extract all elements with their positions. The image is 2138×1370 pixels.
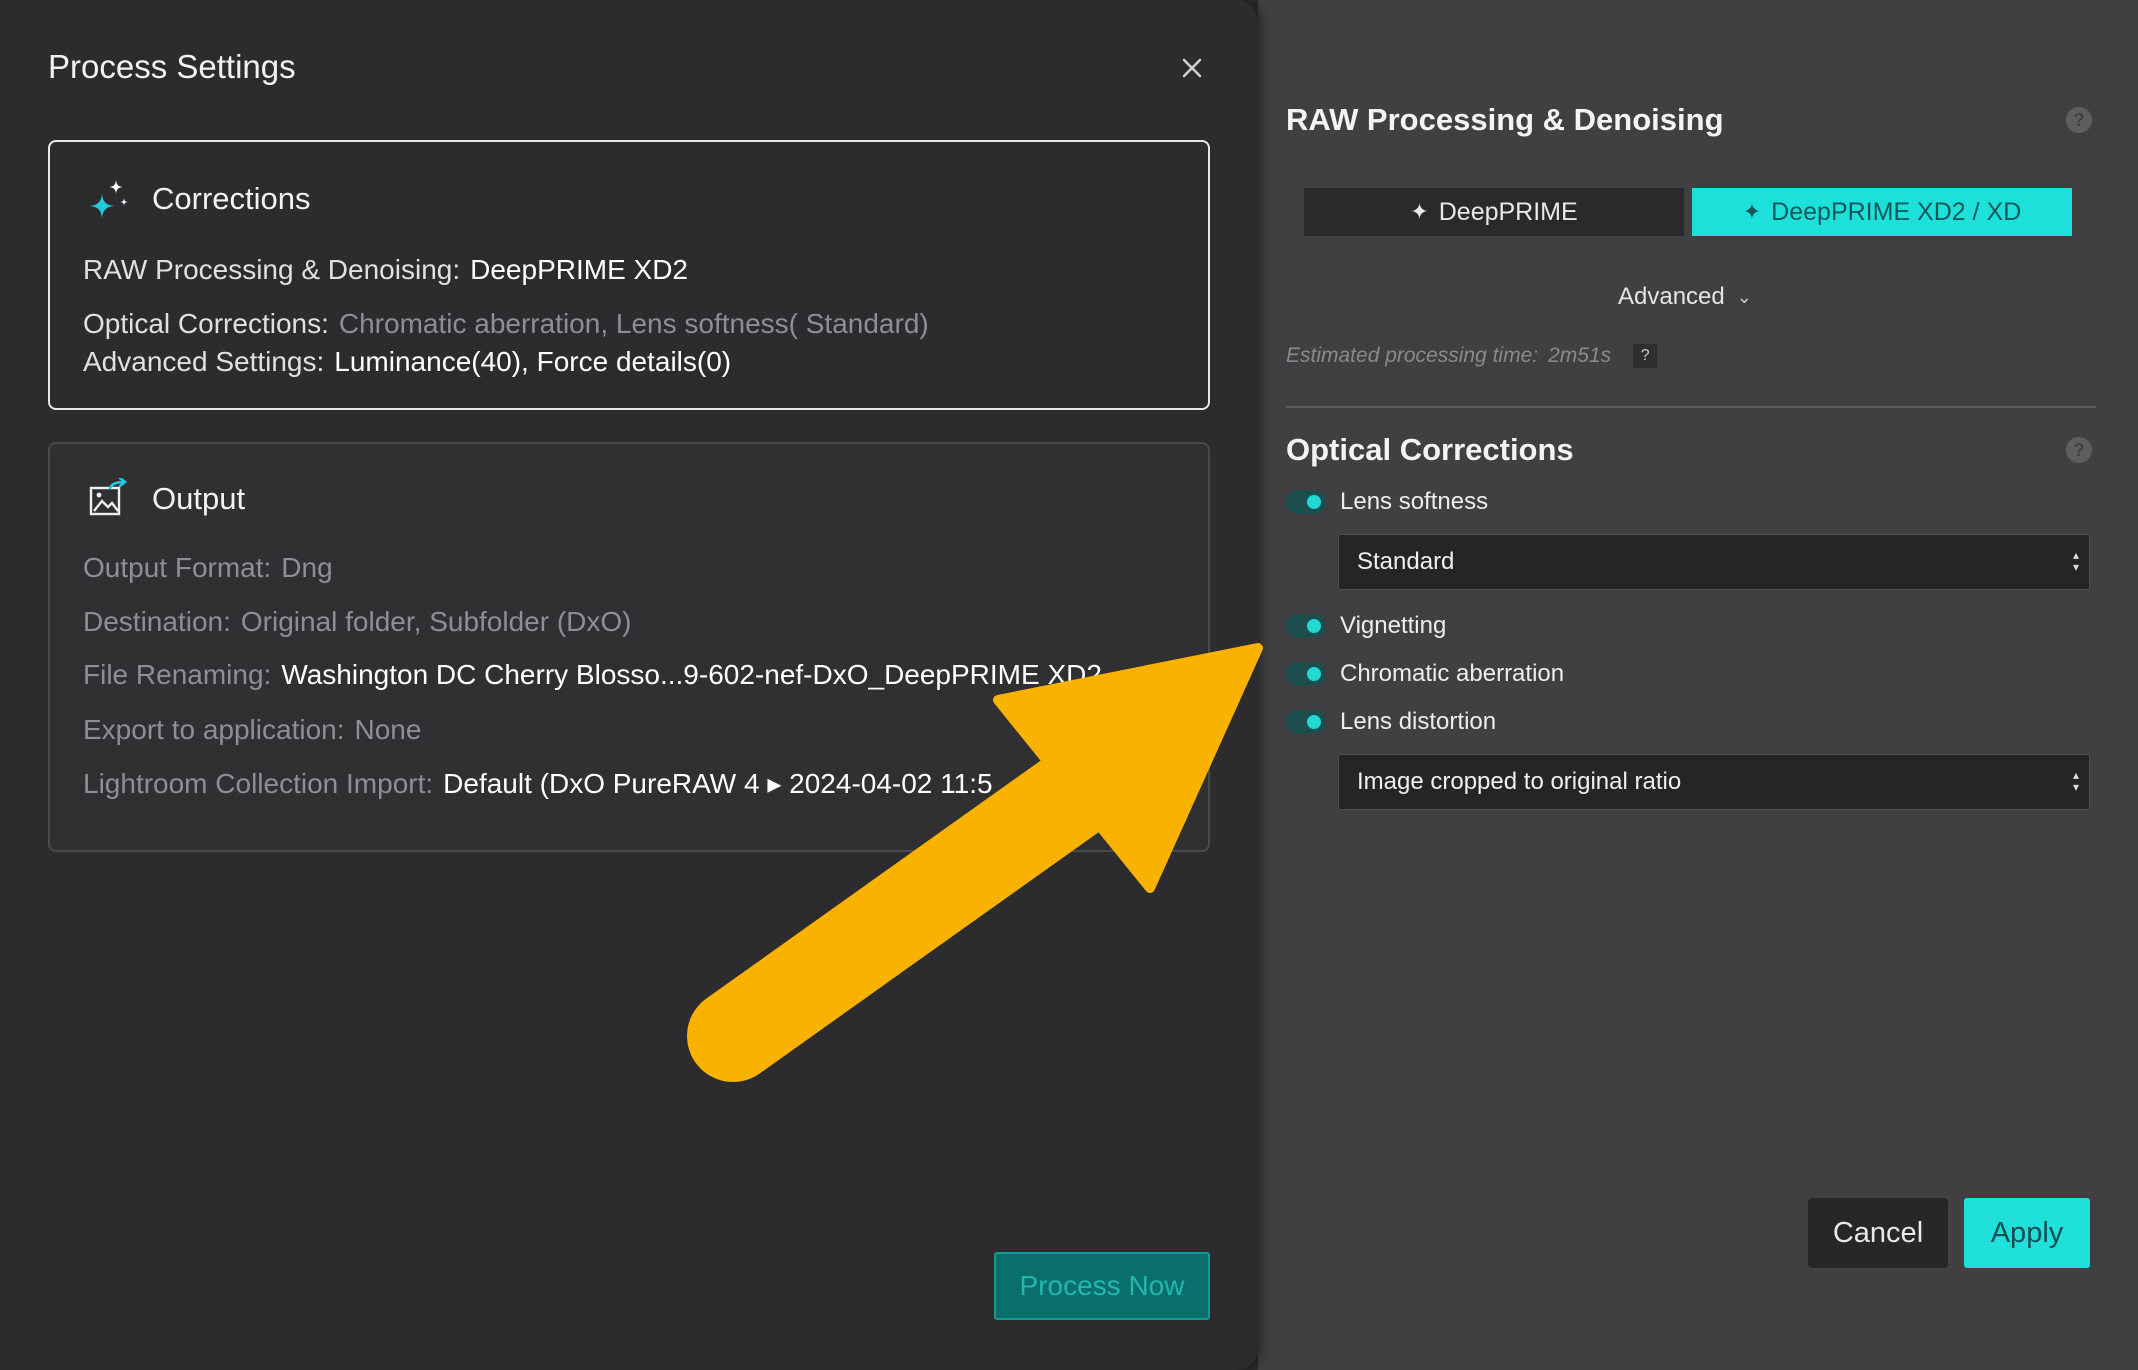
file-renaming-row: File Renaming: Washington DC Cherry Bloss… xyxy=(83,659,1102,691)
chevron-down-icon: ⌄ xyxy=(1736,286,1752,307)
output-format-value: Dng xyxy=(281,552,333,583)
select-arrows-icon: ▴ ▾ xyxy=(2072,548,2079,574)
output-format-row: Output Format: Dng xyxy=(83,552,333,584)
help-icon[interactable]: ? xyxy=(2066,107,2092,133)
lens-softness-toggle[interactable]: Lens softness xyxy=(1286,488,1488,516)
lens-softness-select[interactable]: Standard ▴ ▾ xyxy=(1338,534,2090,590)
lightroom-import-value: Default (DxO PureRAW 4 ▸ 2024-04-02 11:5 xyxy=(443,768,993,799)
settings-panel: RAW Processing & Denoising ? ✦ DeepPRIME… xyxy=(1258,0,2138,1370)
apply-button[interactable]: Apply xyxy=(1964,1198,2090,1268)
estimated-time: Estimated processing time: 2m51s ? xyxy=(1286,344,1658,368)
toggle-switch[interactable] xyxy=(1286,614,1326,638)
advanced-settings-row: Advanced Settings: Luminance(40), Force d… xyxy=(83,346,731,378)
mode-deepprime-xd2-button[interactable]: ✦ DeepPRIME XD2 / XD xyxy=(1692,188,2072,236)
vignetting-toggle[interactable]: Vignetting xyxy=(1286,612,1446,640)
lens-softness-label: Lens softness xyxy=(1340,488,1489,515)
section-divider xyxy=(1286,406,2096,408)
optical-corrections-value: Chromatic aberration, Lens softness( Sta… xyxy=(338,308,929,339)
sparkle-icon xyxy=(90,180,128,218)
corrections-heading: Corrections xyxy=(152,181,311,216)
help-icon[interactable]: ? xyxy=(2066,437,2092,463)
advanced-settings-value: Luminance(40), Force details(0) xyxy=(334,346,732,377)
raw-processing-label: RAW Processing & Denoising: xyxy=(83,254,461,285)
distortion-select-value: Image cropped to original ratio xyxy=(1357,768,1682,795)
close-icon[interactable] xyxy=(1174,50,1210,86)
select-arrows-icon: ▴ ▾ xyxy=(2072,768,2079,794)
chromatic-aberration-toggle[interactable]: Chromatic aberration xyxy=(1286,660,1564,688)
file-renaming-label: File Renaming: xyxy=(83,659,272,690)
toggle-switch[interactable] xyxy=(1286,490,1326,514)
output-heading: Output xyxy=(152,481,246,516)
lens-softness-select-value: Standard xyxy=(1357,548,1455,575)
chromatic-aberration-label: Chromatic aberration xyxy=(1340,660,1565,687)
optical-corrections-label: Optical Corrections: xyxy=(83,308,329,339)
dialog-title: Process Settings xyxy=(48,48,296,85)
destination-value: Original folder, Subfolder (DxO) xyxy=(240,606,632,637)
lens-distortion-toggle[interactable]: Lens distortion xyxy=(1286,708,1496,736)
estimated-time-value: 2m51s xyxy=(1548,344,1612,367)
distortion-select[interactable]: Image cropped to original ratio ▴ ▾ xyxy=(1338,754,2090,810)
export-image-icon xyxy=(89,478,128,516)
output-format-label: Output Format: xyxy=(83,552,272,583)
file-renaming-value: Washington DC Cherry Blosso...9-602-nef-… xyxy=(281,659,1102,690)
destination-row: Destination: Original folder, Subfolder (… xyxy=(83,606,631,638)
export-application-label: Export to application: xyxy=(83,714,345,745)
advanced-toggle[interactable]: Advanced ⌄ xyxy=(1618,283,1752,311)
lens-distortion-label: Lens distortion xyxy=(1340,708,1497,735)
raw-processing-row: RAW Processing & Denoising: DeepPRIME XD2 xyxy=(83,254,688,286)
raw-section-title: RAW Processing & Denoising xyxy=(1286,102,1724,137)
mode-deepprime-xd2-label: DeepPRIME XD2 / XD xyxy=(1771,197,2022,226)
lightroom-import-label: Lightroom Collection Import: xyxy=(83,768,434,799)
export-application-row: Export to application: None xyxy=(83,714,421,746)
process-settings-dialog: Process Settings Corrections RAW Process… xyxy=(0,0,1258,1370)
advanced-label: Advanced xyxy=(1618,283,1725,310)
optical-corrections-row: Optical Corrections: Chromatic aberration… xyxy=(83,308,929,340)
export-application-value: None xyxy=(354,714,422,745)
corrections-card: Corrections RAW Processing & Denoising: D… xyxy=(48,140,1210,410)
optical-section-title: Optical Corrections xyxy=(1286,432,1574,467)
destination-label: Destination: xyxy=(83,606,231,637)
toggle-switch[interactable] xyxy=(1286,662,1326,686)
process-now-button[interactable]: Process Now xyxy=(994,1252,1210,1320)
estimate-help-icon[interactable]: ? xyxy=(1633,344,1658,368)
sparkle-icon: ✦ xyxy=(1742,199,1762,224)
cancel-button[interactable]: Cancel xyxy=(1808,1198,1948,1268)
estimated-time-label: Estimated processing time: xyxy=(1286,344,1539,367)
advanced-settings-label: Advanced Settings: xyxy=(83,346,325,377)
vignetting-label: Vignetting xyxy=(1340,612,1447,639)
mode-deepprime-label: DeepPRIME xyxy=(1438,197,1578,226)
lightroom-import-row: Lightroom Collection Import: Default (DxO… xyxy=(83,767,993,800)
sparkle-icon: ✦ xyxy=(1410,199,1429,224)
output-card: Output Output Format: Dng Destination: Ori… xyxy=(48,442,1210,852)
toggle-switch[interactable] xyxy=(1286,710,1326,734)
raw-processing-value: DeepPRIME XD2 xyxy=(470,254,688,285)
mode-deepprime-button[interactable]: ✦ DeepPRIME xyxy=(1304,188,1684,236)
